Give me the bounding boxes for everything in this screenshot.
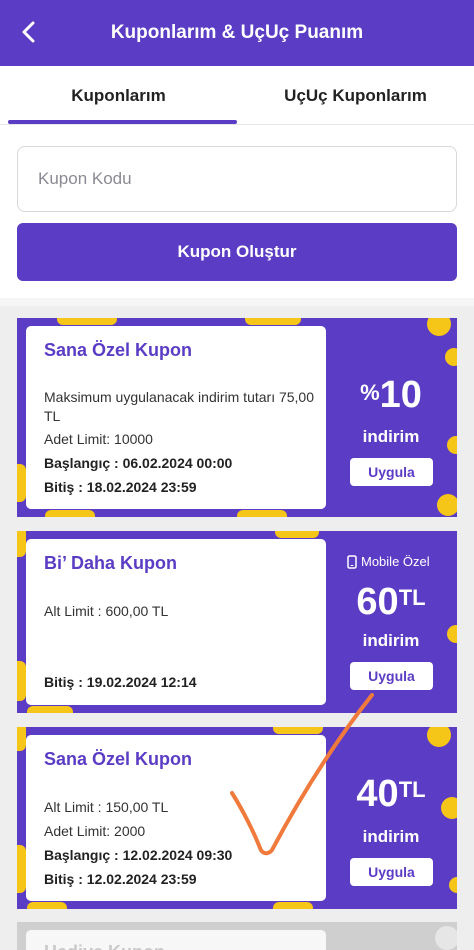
apply-coupon-button[interactable]: Uygula: [350, 458, 433, 486]
apply-coupon-button[interactable]: Uygula: [350, 858, 433, 886]
decor-stripe: [273, 902, 313, 909]
coupon-max-discount: Maksimum uygulanacak indirim tutarı 75,0…: [44, 389, 315, 424]
coupon-quantity-limit: Adet Limit: 10000: [44, 431, 153, 447]
app-screen: Kuponlarım & UçUç Puanım Kuponlarım UçUç…: [0, 0, 474, 950]
coupon-discount-label: indirim: [362, 631, 420, 650]
coupon-amount: 60TL: [356, 581, 426, 623]
coupon-start-date: Başlangıç : 12.02.2024 09:30: [44, 847, 233, 863]
decor-dot: [437, 494, 457, 516]
tab-kuponlarim[interactable]: Kuponlarım: [0, 66, 237, 126]
decor-stripe: [45, 510, 95, 517]
decor-stripe: [27, 902, 67, 909]
mobile-only-badge: Mobile Özel: [347, 554, 430, 569]
coupon-title: Sana Özel Kupon: [44, 340, 193, 360]
coupon-details: Bi’ Daha Kupon Alt Limit : 600,00 TL Bit…: [26, 539, 326, 705]
coupon-code-input[interactable]: [17, 146, 457, 212]
decor-dot: [435, 926, 457, 950]
list-top-shadow: [0, 298, 474, 306]
decor-stripe: [237, 510, 287, 517]
coupon-end-date: Bitiş : 18.02.2024 23:59: [44, 479, 197, 495]
decor-stripe: [57, 318, 117, 325]
chevron-left-icon: [22, 21, 35, 43]
coupon-title: Hediye Kupon: [44, 942, 165, 950]
back-button[interactable]: [14, 18, 42, 46]
decor-stripe: [17, 845, 26, 893]
tab-divider: [0, 124, 474, 125]
decor-stripe: [273, 727, 323, 734]
coupon-details: Sana Özel Kupon Maksimum uygulanacak ind…: [26, 326, 326, 509]
decor-dot: [427, 727, 451, 747]
decor-stripe: [245, 318, 301, 325]
coupon-start-date: Başlangıç : 06.02.2024 00:00: [44, 455, 233, 471]
coupon-amount: 40TL: [356, 773, 426, 815]
tab-ucuc-kuponlarim[interactable]: UçUç Kuponlarım: [237, 66, 474, 126]
mobile-only-label: Mobile Özel: [361, 554, 430, 569]
decor-dot: [427, 318, 451, 336]
coupon-end-date: Bitiş : 19.02.2024 12:14: [44, 674, 197, 690]
decor-stripe: [17, 727, 26, 751]
coupon-discount-label: indirim: [362, 827, 420, 846]
decor-stripe: [17, 464, 26, 502]
top-bar: Kuponlarım & UçUç Puanım: [0, 0, 474, 66]
coupon-end-date: Bitiş : 12.02.2024 23:59: [44, 871, 197, 887]
coupon-title: Sana Özel Kupon: [44, 749, 193, 769]
coupon-card: Sana Özel Kupon Alt Limit : 150,00 TL Ad…: [17, 727, 457, 909]
apply-coupon-button[interactable]: Uygula: [350, 662, 433, 690]
decor-stripe: [27, 706, 73, 713]
decor-dot: [449, 877, 457, 893]
coupon-details: Sana Özel Kupon Alt Limit : 150,00 TL Ad…: [26, 735, 326, 901]
coupon-details: Hediye Kupon: [26, 930, 326, 950]
coupon-min-limit: Alt Limit : 150,00 TL: [44, 799, 169, 815]
decor-stripe: [17, 531, 26, 557]
coupon-title: Bi’ Daha Kupon: [44, 553, 178, 573]
coupon-card-disabled: Hediye Kupon: [17, 922, 457, 950]
coupon-card: Sana Özel Kupon Maksimum uygulanacak ind…: [17, 318, 457, 517]
tab-bar: Kuponlarım UçUç Kuponlarım: [0, 66, 474, 126]
coupon-min-limit: Alt Limit : 600,00 TL: [44, 603, 169, 619]
coupon-amount: %10: [360, 374, 422, 416]
phone-icon: [347, 554, 357, 569]
decor-dot: [445, 348, 457, 366]
decor-stripe: [275, 531, 319, 538]
coupon-discount-label: indirim: [362, 427, 420, 446]
coupon-quantity-limit: Adet Limit: 2000: [44, 823, 146, 839]
coupon-card: Bi’ Daha Kupon Alt Limit : 600,00 TL Bit…: [17, 531, 457, 713]
decor-stripe: [17, 661, 26, 701]
create-coupon-button[interactable]: Kupon Oluştur: [17, 223, 457, 281]
page-title: Kuponlarım & UçUç Puanım: [110, 22, 364, 43]
